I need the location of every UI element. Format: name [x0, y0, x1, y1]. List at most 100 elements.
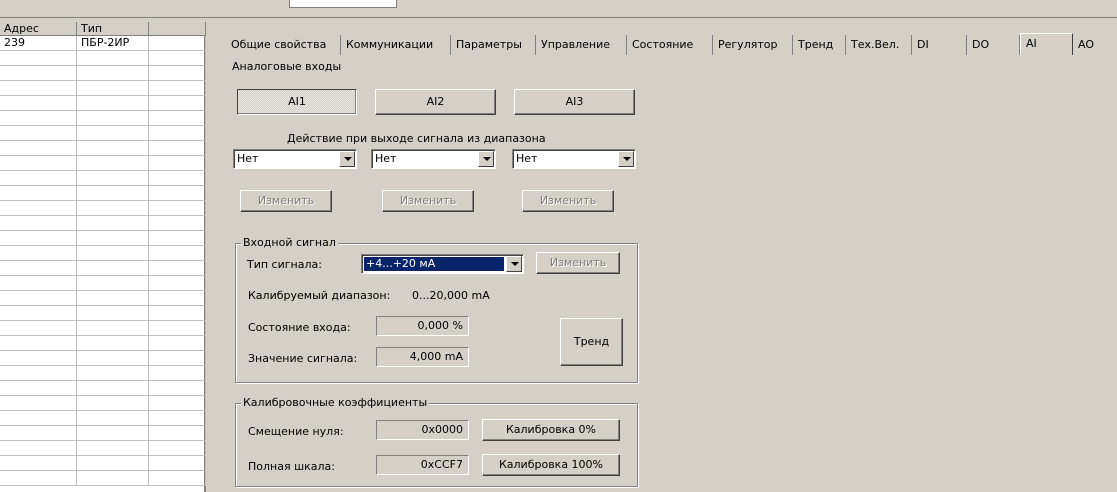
- select-value: Нет: [375, 152, 397, 165]
- chevron-down-icon[interactable]: [506, 256, 522, 272]
- signal-type-label: Тип сигнала:: [247, 258, 322, 271]
- tab-do[interactable]: DO: [967, 35, 1020, 55]
- tab-trend[interactable]: Тренд: [793, 35, 846, 55]
- tab-state[interactable]: Состояние: [627, 35, 713, 55]
- table-row[interactable]: [0, 171, 206, 186]
- table-cell-extra: [149, 156, 206, 171]
- column-header-extra[interactable]: [149, 22, 206, 36]
- table-cell-extra: [149, 81, 206, 96]
- column-header-address[interactable]: Адрес: [0, 22, 77, 36]
- table-row[interactable]: [0, 471, 206, 486]
- table-row[interactable]: [0, 321, 206, 336]
- table-cell-type: [77, 126, 149, 141]
- table-cell-type: [77, 141, 149, 156]
- table-row[interactable]: [0, 66, 206, 81]
- trend-button[interactable]: Тренд: [560, 318, 623, 366]
- change-action-ai1-button[interactable]: Изменить: [240, 190, 332, 212]
- select-value: Нет: [516, 152, 538, 165]
- table-row[interactable]: [0, 381, 206, 396]
- table-cell-type: [77, 66, 149, 81]
- table-cell-extra: [149, 276, 206, 291]
- table-cell-extra: [149, 111, 206, 126]
- table-cell-extra: [149, 51, 206, 66]
- chevron-down-icon[interactable]: [618, 151, 634, 167]
- change-action-ai3-button[interactable]: Изменить: [522, 190, 614, 212]
- column-header-type[interactable]: Тип: [77, 22, 149, 36]
- table-row[interactable]: [0, 246, 206, 261]
- table-row[interactable]: [0, 111, 206, 126]
- table-row[interactable]: [0, 186, 206, 201]
- tab-ao[interactable]: AO: [1073, 35, 1117, 55]
- grid-header: Адрес Тип: [0, 22, 206, 36]
- table-row[interactable]: [0, 426, 206, 441]
- out-of-range-select-ai1[interactable]: Нет: [233, 149, 357, 169]
- tab-parameters[interactable]: Параметры: [451, 35, 536, 55]
- calibrate-zero-button[interactable]: Калибровка 0%: [482, 419, 620, 441]
- channel-ai2-button[interactable]: AI2: [375, 89, 496, 115]
- table-cell-extra: [149, 366, 206, 381]
- select-value: Нет: [237, 152, 259, 165]
- table-row[interactable]: [0, 411, 206, 426]
- tab-di[interactable]: DI: [912, 35, 967, 55]
- out-of-range-label: Действие при выходе сигнала из диапазона: [287, 132, 546, 145]
- table-row[interactable]: [0, 216, 206, 231]
- calibrate-full-button[interactable]: Калибровка 100%: [482, 454, 620, 476]
- table-row[interactable]: [0, 456, 206, 471]
- change-action-ai2-button[interactable]: Изменить: [382, 190, 474, 212]
- table-row[interactable]: [0, 201, 206, 216]
- tab-bar: Общие свойства Коммуникации Параметры Уп…: [226, 33, 1117, 55]
- change-signal-type-button[interactable]: Изменить: [536, 252, 620, 274]
- table-row[interactable]: [0, 276, 206, 291]
- tab-tech-values[interactable]: Тех.Вел.: [846, 35, 912, 55]
- table-cell-type: [77, 351, 149, 366]
- toolbar-control[interactable]: [289, 0, 397, 8]
- table-cell-extra: [149, 66, 206, 81]
- table-cell-type: [77, 321, 149, 336]
- table-row[interactable]: [0, 126, 206, 141]
- signal-type-select[interactable]: +4...+20 мА: [361, 254, 524, 274]
- chevron-down-icon[interactable]: [339, 151, 355, 167]
- table-row[interactable]: [0, 231, 206, 246]
- table-row[interactable]: [0, 306, 206, 321]
- channel-ai1-button[interactable]: AI1: [237, 89, 357, 115]
- table-cell-address: [0, 201, 77, 216]
- tab-communications[interactable]: Коммуникации: [341, 35, 451, 55]
- channel-ai3-button[interactable]: AI3: [514, 89, 635, 115]
- table-cell-type: [77, 156, 149, 171]
- table-cell-address: [0, 261, 77, 276]
- table-cell-extra: [149, 171, 206, 186]
- chevron-down-icon[interactable]: [478, 151, 494, 167]
- table-row[interactable]: [0, 96, 206, 111]
- tab-general[interactable]: Общие свойства: [226, 35, 341, 55]
- table-cell-extra: [149, 216, 206, 231]
- table-cell-extra: [149, 246, 206, 261]
- table-row[interactable]: [0, 51, 206, 66]
- table-row[interactable]: [0, 261, 206, 276]
- top-toolbar-strip: [0, 0, 1117, 18]
- out-of-range-select-ai3[interactable]: Нет: [512, 149, 636, 169]
- table-cell-address: [0, 156, 77, 171]
- table-cell-address: 239: [0, 36, 77, 51]
- table-row[interactable]: [0, 81, 206, 96]
- table-row[interactable]: [0, 441, 206, 456]
- table-row[interactable]: [0, 351, 206, 366]
- table-row[interactable]: [0, 291, 206, 306]
- table-row[interactable]: [0, 366, 206, 381]
- table-cell-address: [0, 96, 77, 111]
- signal-value-label: Значение сигнала:: [248, 352, 358, 365]
- full-scale-field: 0xCCF7: [376, 455, 469, 475]
- table-row[interactable]: 239 ПБР-2ИР: [0, 36, 206, 51]
- table-cell-address: [0, 411, 77, 426]
- tab-regulator[interactable]: Регулятор: [713, 35, 793, 55]
- tab-ai[interactable]: AI: [1020, 33, 1073, 55]
- tab-control[interactable]: Управление: [536, 35, 627, 55]
- table-cell-address: [0, 426, 77, 441]
- table-row[interactable]: [0, 141, 206, 156]
- table-cell-extra: [149, 201, 206, 216]
- table-row[interactable]: [0, 396, 206, 411]
- out-of-range-select-ai2[interactable]: Нет: [371, 149, 496, 169]
- table-cell-type: [77, 171, 149, 186]
- table-row[interactable]: [0, 156, 206, 171]
- table-cell-extra: [149, 231, 206, 246]
- table-row[interactable]: [0, 336, 206, 351]
